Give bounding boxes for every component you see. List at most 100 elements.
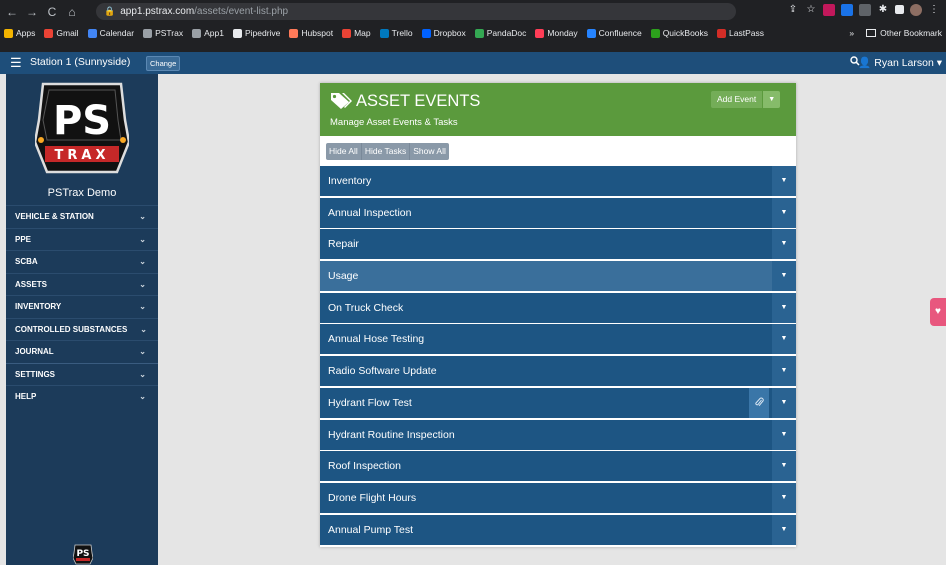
bookmark-pstrax[interactable]: PSTrax xyxy=(143,28,183,38)
add-event-button[interactable]: Add Event xyxy=(711,91,763,108)
caret-down-icon[interactable]: ▼ xyxy=(772,387,796,418)
bookmark-monday[interactable]: Monday xyxy=(535,28,578,38)
sidebar-item-inventory[interactable]: INVENTORY ⌄ xyxy=(6,295,158,318)
lock-icon: 🔒 xyxy=(104,6,116,16)
sidebar: PS TRAX PSTrax Demo VEHICLE & STATION ⌄ P… xyxy=(6,74,158,565)
event-label: Annual Inspection xyxy=(328,206,412,219)
reload-button[interactable]: C xyxy=(44,5,60,19)
show-all-button[interactable]: Show All xyxy=(409,143,449,160)
caret-down-icon[interactable]: ▼ xyxy=(772,229,796,260)
star-icon[interactable]: ☆ xyxy=(805,4,817,16)
event-row-repair[interactable]: Repair ▼ xyxy=(320,229,796,260)
event-row-annual-inspection[interactable]: Annual Inspection ▼ xyxy=(320,197,796,228)
bookmark-label: Dropbox xyxy=(433,28,466,38)
sidebar-item-label: ASSETS xyxy=(15,279,48,289)
bookmark-lastpass[interactable]: LastPass xyxy=(717,28,764,38)
sidebar-item-label: HELP xyxy=(15,392,37,401)
caret-down-icon[interactable]: ▼ xyxy=(772,514,796,545)
bookmark-apps[interactable]: Apps xyxy=(4,28,35,38)
bookmarks-more-button[interactable]: » xyxy=(849,28,854,38)
caret-down-icon[interactable]: ▼ xyxy=(772,356,796,387)
event-row-usage[interactable]: Usage ▼ xyxy=(320,261,796,292)
back-button[interactable]: ← xyxy=(4,5,20,19)
hide-all-button[interactable]: Hide All xyxy=(326,143,361,160)
event-row-drone-flight-hours[interactable]: Drone Flight Hours ▼ xyxy=(320,482,796,513)
bookmark-pipedrive[interactable]: Pipedrive xyxy=(232,28,280,38)
bookmark-pandadoc[interactable]: PandaDoc xyxy=(474,28,527,38)
sidebar-item-journal[interactable]: JOURNAL ⌄ xyxy=(6,340,158,363)
bookmark-app1[interactable]: App1 xyxy=(192,28,224,38)
event-row-inventory[interactable]: Inventory ▼ xyxy=(320,166,796,196)
extension-icon[interactable] xyxy=(823,4,835,16)
heart-icon: ♥ xyxy=(935,306,941,317)
caret-down-icon[interactable]: ▼ xyxy=(772,292,796,323)
change-station-button[interactable]: Change xyxy=(146,56,181,71)
bookmark-label: App1 xyxy=(204,28,224,38)
profile-avatar-icon[interactable] xyxy=(910,4,922,16)
hamburger-menu-icon[interactable]: ☰ xyxy=(10,56,22,69)
window-icon[interactable] xyxy=(895,5,904,14)
bookmark-label: PandaDoc xyxy=(486,28,527,38)
page-subtitle: Manage Asset Events & Tasks xyxy=(330,117,458,128)
bookmarks-bar: Apps Gmail Calendar PSTrax App1 Pipedriv… xyxy=(0,23,946,43)
caret-down-icon[interactable]: ▼ xyxy=(772,482,796,513)
sidebar-item-ppe[interactable]: PPE ⌄ xyxy=(6,227,158,251)
other-bookmarks[interactable]: Other Bookmark xyxy=(880,28,942,38)
extension-icon[interactable] xyxy=(841,4,853,16)
bookmark-dropbox[interactable]: Dropbox xyxy=(421,28,466,38)
caret-down-icon[interactable]: ▼ xyxy=(772,261,796,292)
bookmark-map[interactable]: Map xyxy=(342,28,371,38)
bookmark-hubspot[interactable]: Hubspot xyxy=(289,28,333,38)
caret-down-icon[interactable]: ▼ xyxy=(772,324,796,355)
sidebar-item-settings[interactable]: SETTINGS ⌄ xyxy=(6,362,158,386)
station-name: Station 1 (Sunnyside) xyxy=(30,56,131,68)
bookmarks-overflow: » Other Bookmark xyxy=(849,23,942,43)
sidebar-item-scba[interactable]: SCBA ⌄ xyxy=(6,250,158,273)
sidebar-item-vehicle-station[interactable]: VEHICLE & STATION ⌄ xyxy=(6,205,158,228)
sidebar-item-help[interactable]: HELP ⌄ xyxy=(6,385,158,408)
bookmark-calendar[interactable]: Calendar xyxy=(87,28,134,38)
bookmark-label: Hubspot xyxy=(301,28,334,38)
chevron-down-icon: ⌄ xyxy=(139,392,146,401)
address-bar[interactable]: 🔒 app1.pstrax.com/assets/event-list.php xyxy=(96,3,736,20)
sidebar-item-controlled-substances[interactable]: CONTROLLED SUBSTANCES ⌄ xyxy=(6,317,158,341)
user-icon: 👤 xyxy=(858,57,872,69)
kebab-menu-icon[interactable]: ⋮ xyxy=(928,4,940,16)
bookmark-trello[interactable]: Trello xyxy=(379,28,413,38)
event-row-hydrant-flow-test[interactable]: Hydrant Flow Test ▼ xyxy=(320,387,796,418)
sidebar-item-label: VEHICLE & STATION xyxy=(15,212,94,221)
url-path: /assets/event-list.php xyxy=(194,6,289,17)
puzzle-icon[interactable]: ✱ xyxy=(877,4,889,16)
asset-events-panel: ASSET EVENTS Manage Asset Events & Tasks… xyxy=(320,83,796,547)
event-row-roof-inspection[interactable]: Roof Inspection ▼ xyxy=(320,451,796,482)
bookmark-confluence[interactable]: Confluence xyxy=(586,28,642,38)
user-menu[interactable]: 👤 Ryan Larson ▾ xyxy=(858,56,942,69)
share-icon[interactable]: ⇪ xyxy=(787,4,799,16)
extension-icons: ⇪ ☆ ✱ ⋮ xyxy=(787,4,940,16)
caret-down-icon[interactable]: ▼ xyxy=(772,166,796,196)
event-row-hydrant-routine-inspection[interactable]: Hydrant Routine Inspection ▼ xyxy=(320,419,796,450)
sidebar-item-assets[interactable]: ASSETS ⌄ xyxy=(6,272,158,296)
feedback-tab[interactable]: ♥ xyxy=(930,298,946,326)
caret-down-icon[interactable]: ▼ xyxy=(772,197,796,228)
pipedrive-icon xyxy=(232,28,242,38)
event-label: Radio Software Update xyxy=(328,365,437,378)
home-button[interactable]: ⌂ xyxy=(64,5,80,19)
chevron-down-icon: ⌄ xyxy=(139,369,146,379)
event-row-radio-software-update[interactable]: Radio Software Update ▼ xyxy=(320,356,796,387)
bookmark-gmail[interactable]: Gmail xyxy=(44,28,79,38)
calendar-icon xyxy=(87,28,97,38)
event-row-annual-pump-test[interactable]: Annual Pump Test ▼ xyxy=(320,514,796,545)
forward-button[interactable]: → xyxy=(24,5,40,19)
bookmark-quickbooks[interactable]: QuickBooks xyxy=(650,28,708,38)
event-row-on-truck-check[interactable]: On Truck Check ▼ xyxy=(320,292,796,323)
event-row-annual-hose-testing[interactable]: Annual Hose Testing ▼ xyxy=(320,324,796,355)
hide-tasks-button[interactable]: Hide Tasks xyxy=(360,143,409,160)
panel-header: ASSET EVENTS Manage Asset Events & Tasks… xyxy=(320,83,796,136)
caret-down-icon[interactable]: ▼ xyxy=(772,419,796,450)
paperclip-icon[interactable] xyxy=(749,387,769,418)
extension-icon[interactable] xyxy=(859,4,871,16)
add-event-dropdown-button[interactable]: ▼ xyxy=(762,91,781,108)
caret-down-icon[interactable]: ▼ xyxy=(772,451,796,482)
event-list: Inventory ▼ Annual Inspection ▼ Repair ▼ Us… xyxy=(320,166,796,546)
